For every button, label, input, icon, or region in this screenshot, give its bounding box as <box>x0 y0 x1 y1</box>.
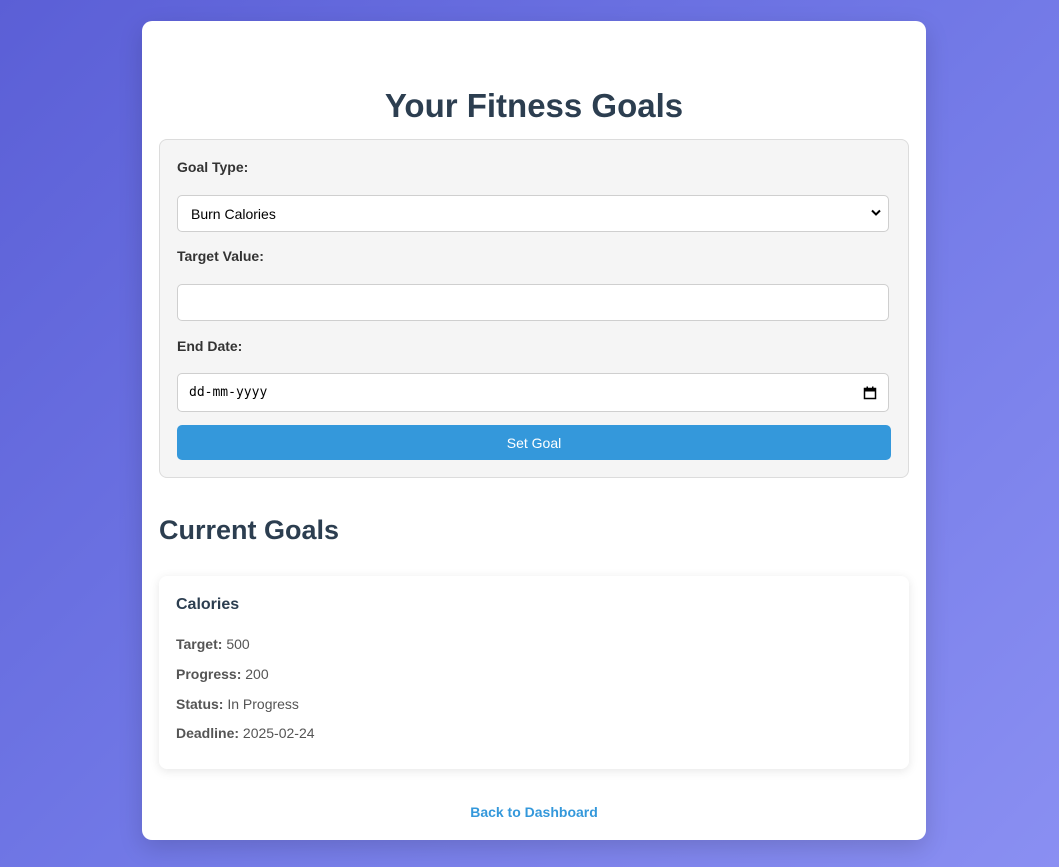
end-date-label: End Date: <box>177 338 243 354</box>
back-to-dashboard-link[interactable]: Back to Dashboard <box>142 804 926 820</box>
goal-deadline-value: 2025-02-24 <box>242 725 315 741</box>
end-date-placeholder: dd-mm-yyyy <box>189 385 268 400</box>
chevron-down-icon <box>871 209 881 216</box>
goal-target-line: Target: 500 <box>176 636 250 652</box>
goal-target-value: 500 <box>226 636 250 652</box>
goal-status-value: In Progress <box>227 696 299 712</box>
target-value-input[interactable] <box>177 284 889 321</box>
goal-progress-label: Progress: <box>176 666 242 682</box>
goal-type-select[interactable]: Burn Calories <box>177 195 889 232</box>
calendar-icon[interactable] <box>863 386 877 400</box>
page-title: Your Fitness Goals <box>384 87 684 124</box>
goal-type-label: Goal Type: <box>177 159 249 175</box>
goal-deadline-line: Deadline: 2025-02-24 <box>176 725 315 741</box>
set-goal-button[interactable]: Set Goal <box>177 425 891 460</box>
goal-deadline-label: Deadline: <box>176 725 240 741</box>
target-value-label: Target Value: <box>177 248 264 264</box>
goal-progress-line: Progress: 200 <box>176 666 269 682</box>
end-date-input[interactable]: dd-mm-yyyy <box>177 373 889 412</box>
goal-title: Calories <box>176 596 240 613</box>
goal-status-line: Status: In Progress <box>176 696 299 712</box>
goal-type-selected-value: Burn Calories <box>191 206 276 222</box>
goal-card: Calories Target: 500 Progress: 200 Statu… <box>159 576 909 769</box>
current-goals-heading: Current Goals <box>159 515 340 545</box>
goal-target-label: Target: <box>176 636 223 652</box>
goal-progress-value: 200 <box>245 666 269 682</box>
goal-status-label: Status: <box>176 696 224 712</box>
goal-form: Goal Type: Burn Calories Target Value: E… <box>159 139 909 478</box>
goals-card: Your Fitness Goals Goal Type: Burn Calor… <box>142 21 926 840</box>
